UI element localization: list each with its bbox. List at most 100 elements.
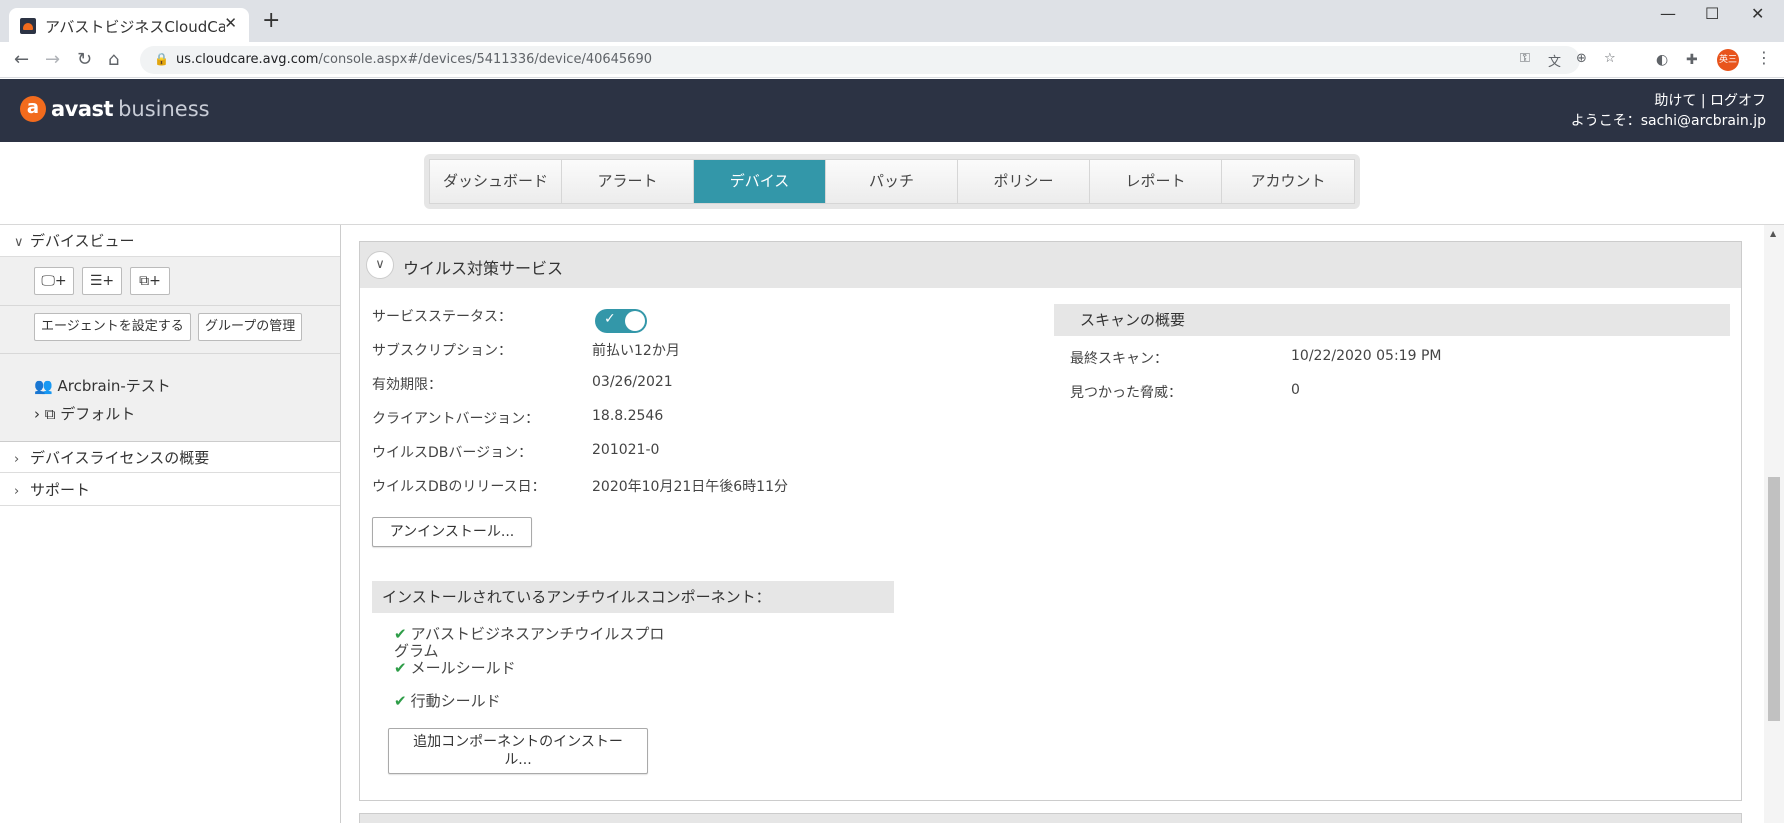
component-item: ✔ メールシールド (394, 659, 516, 677)
minimize-icon[interactable]: — (1660, 4, 1676, 23)
device-view-panel: 🖵+ ☰+ ⧉+ エージェントを設定する グループの管理 👥 Arcbrain-… (0, 257, 340, 441)
new-tab-icon[interactable]: + (262, 10, 280, 32)
scrollbar-thumb[interactable] (1768, 477, 1780, 721)
sidebar: ∨ デバイスビュー 🖵+ ☰+ ⧉+ エージェントを設定する グループの管理 👥 … (0, 225, 341, 823)
translate-icon[interactable]: 文 (1548, 51, 1561, 70)
antivirus-panel-header[interactable]: ∨ ウイルス対策サービス (360, 242, 1741, 288)
tab-dashboard[interactable]: ダッシュボード (430, 160, 562, 203)
address-bar-row: ← → ↻ ⌂ 🔒 us.cloudcare.avg.com/console.a… (0, 42, 1784, 78)
set-agent-button[interactable]: エージェントを設定する (34, 313, 191, 341)
main-scrollbar[interactable]: ▲ (1764, 225, 1784, 823)
key-icon[interactable]: ⚿ (1520, 51, 1530, 66)
add-device-icon[interactable]: 🖵+ (34, 267, 74, 295)
sidebar-section-device-view[interactable]: ∨ デバイスビュー (0, 225, 340, 257)
home-icon[interactable]: ⌂ (108, 49, 119, 70)
device-group-icon: ⧉ (44, 405, 56, 423)
last-scan-value: 10/22/2020 05:19 PM (1291, 348, 1442, 364)
subscription-value: 前払い12か月 (592, 343, 680, 359)
add-group-icon[interactable]: ⧉+ (130, 267, 170, 295)
back-icon[interactable]: ← (14, 49, 29, 70)
reload-icon[interactable]: ↻ (77, 49, 92, 70)
chevron-right-icon: › (34, 405, 40, 423)
chevron-down-icon: ∨ (14, 235, 24, 250)
tree-item-default[interactable]: › ⧉ デフォルト (34, 403, 135, 424)
manage-groups-button[interactable]: グループの管理 (198, 313, 303, 341)
browser-tab-title: アバストビジネスCloudCare (45, 18, 225, 36)
lock-icon: 🔒 (154, 52, 169, 66)
forward-icon[interactable]: → (45, 49, 60, 70)
extension-circle-icon[interactable]: ◐ (1656, 52, 1668, 68)
tree-item-root[interactable]: 👥 Arcbrain-テスト (34, 375, 171, 396)
client-version-label: クライアントバージョン： (372, 411, 540, 427)
main-content: ∨ ウイルス対策サービス サービスステータス： ✓ サブスクリプション： 前払い… (341, 225, 1764, 823)
main-nav: ダッシュボード アラート デバイス パッチ ポリシー レポート アカウント (424, 154, 1360, 209)
component-item: ✔ 行動シールド (394, 692, 501, 710)
install-more-components-button[interactable]: 追加コンポーネントのインストール... (388, 728, 648, 774)
browser-menu-icon[interactable]: ⋮ (1756, 48, 1772, 67)
chevron-right-icon: › (14, 484, 20, 499)
app-header: a avast business 助けて | ログオフ ようこそ：sachi@a… (0, 79, 1784, 142)
tab-account[interactable]: アカウント (1222, 160, 1354, 203)
tab-devices[interactable]: デバイス (694, 160, 826, 203)
maximize-icon[interactable]: ☐ (1705, 4, 1719, 23)
chevron-right-icon: › (14, 452, 20, 467)
scan-summary-header: スキャンの概要 (1054, 304, 1730, 336)
tree-root-label: Arcbrain-テスト (57, 377, 171, 395)
tab-patches[interactable]: パッチ (826, 160, 958, 203)
logo-sub: business (118, 97, 210, 121)
threats-found-value: 0 (1291, 382, 1300, 398)
browser-tab-strip: アバストビジネスCloudCare ✕ + — ☐ ✕ (0, 0, 1784, 42)
device-view-label: デバイスビュー (30, 232, 135, 250)
logoff-link[interactable]: ログオフ (1710, 93, 1766, 109)
zoom-icon[interactable]: ⊕ (1576, 51, 1587, 66)
uninstall-button[interactable]: アンインストール... (372, 517, 532, 547)
url-text: us.cloudcare.avg.com/console.aspx#/devic… (176, 52, 652, 67)
tree-default-label: デフォルト (60, 405, 136, 423)
avast-business-logo[interactable]: a avast business (20, 96, 210, 122)
welcome-text: ようこそ：sachi@arcbrain.jp (1570, 113, 1766, 129)
extensions-puzzle-icon[interactable]: ✚ (1686, 52, 1698, 68)
close-tab-icon[interactable]: ✕ (224, 14, 237, 32)
bookmark-star-icon[interactable]: ☆ (1604, 51, 1616, 66)
virus-db-label: ウイルスDBバージョン： (372, 445, 533, 461)
scroll-up-icon[interactable]: ▲ (1770, 229, 1776, 238)
check-icon: ✔ (394, 625, 407, 643)
avast-favicon-icon (20, 18, 36, 34)
threats-found-label: 見つかった脅威： (1070, 385, 1182, 401)
window-close-icon[interactable]: ✕ (1751, 4, 1764, 23)
component-item: ✔ アバストビジネスアンチウイルスプログラム (394, 625, 665, 660)
support-label: サポート (30, 481, 91, 499)
subscription-label: サブスクリプション： (372, 343, 512, 359)
tab-alerts[interactable]: アラート (562, 160, 694, 203)
browser-tab[interactable]: アバストビジネスCloudCare ✕ (9, 8, 249, 42)
help-link[interactable]: 助けて (1654, 93, 1696, 109)
url-field[interactable]: 🔒 us.cloudcare.avg.com/console.aspx#/dev… (140, 46, 1616, 74)
client-version-value: 18.8.2546 (592, 408, 664, 424)
service-status-label: サービスステータス： (372, 309, 512, 325)
tab-reports[interactable]: レポート (1090, 160, 1222, 203)
logo-word: avast (51, 97, 114, 121)
add-server-icon[interactable]: ☰+ (82, 267, 122, 295)
expiry-value: 03/26/2021 (592, 374, 673, 390)
antivirus-title: ウイルス対策サービス (403, 259, 564, 278)
check-icon: ✔ (394, 692, 407, 710)
link-separator: | (1700, 93, 1710, 109)
device-action-icons: 🖵+ ☰+ ⧉+ (34, 267, 170, 295)
users-group-icon: 👥 (34, 377, 53, 395)
service-status-toggle[interactable]: ✓ (595, 309, 647, 333)
sidebar-section-support[interactable]: › サポート (0, 474, 340, 506)
virus-db-release-label: ウイルスDBのリリース日： (372, 479, 546, 495)
check-icon: ✔ (394, 659, 407, 677)
expiry-label: 有効期限： (372, 377, 442, 393)
collapse-chevron-icon[interactable]: ∨ (366, 251, 394, 279)
next-panel-edge (359, 813, 1742, 823)
check-icon: ✓ (604, 311, 616, 327)
sidebar-section-license-overview[interactable]: › デバイスライセンスの概要 (0, 441, 340, 473)
antivirus-panel: ∨ ウイルス対策サービス サービスステータス： ✓ サブスクリプション： 前払い… (359, 241, 1742, 801)
header-user-links: 助けて | ログオフ ようこそ：sachi@arcbrain.jp (1571, 91, 1766, 131)
avast-logo-icon: a (20, 96, 46, 122)
tab-policies[interactable]: ポリシー (958, 160, 1090, 203)
virus-db-value: 201021-0 (592, 442, 660, 458)
profile-avatar[interactable]: 英三 (1717, 49, 1739, 71)
installed-components-header: インストールされているアンチウイルスコンポーネント： (372, 581, 894, 613)
